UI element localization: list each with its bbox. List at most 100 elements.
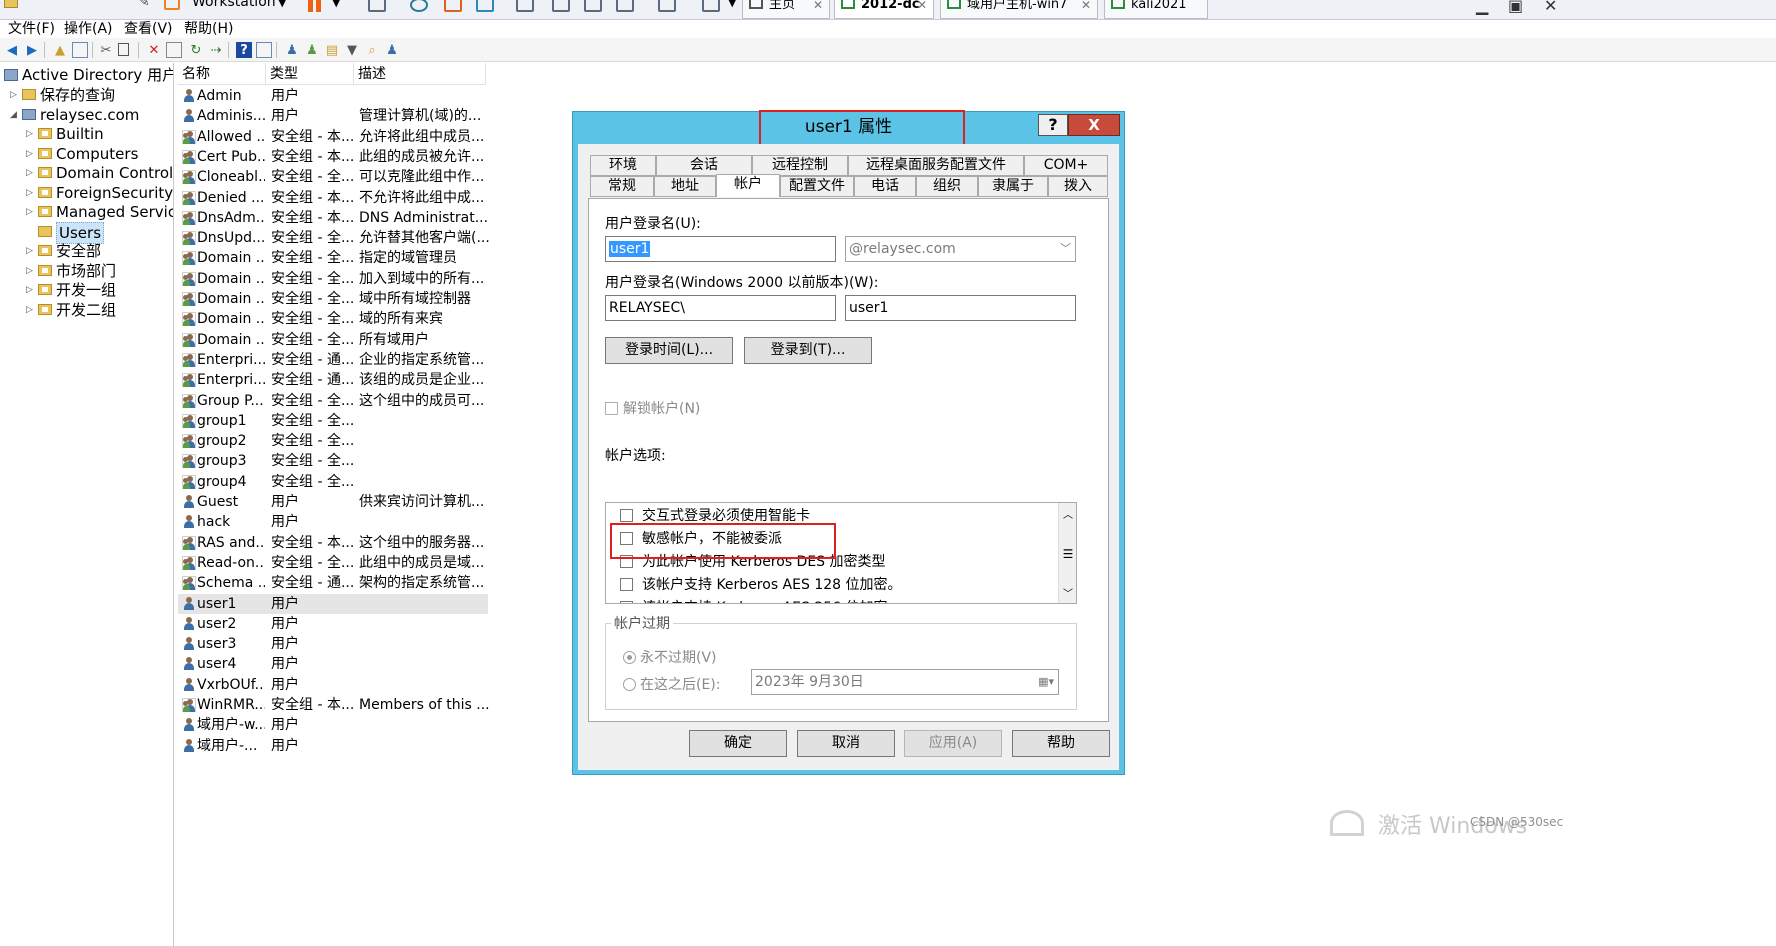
minimize-icon[interactable]: ▁ <box>1476 0 1488 15</box>
list-row[interactable]: user2 用户 <box>178 614 488 634</box>
list-row[interactable]: Cert Pub... 安全组 - 本... 此组的成员被允许... <box>178 147 488 167</box>
view-thumbnail-icon[interactable] <box>552 0 570 12</box>
new-ou-icon[interactable]: ▤ <box>324 42 340 58</box>
list-row[interactable]: Domain ... 安全组 - 全... 域中所有域控制器 <box>178 289 488 309</box>
menu-view[interactable]: 查看(V) <box>124 18 173 38</box>
view-library-icon[interactable] <box>516 0 534 12</box>
collapsed-arrow-icon[interactable]: ▷ <box>26 202 36 222</box>
list-row[interactable]: Adminis... 用户 管理计算机(域)的... <box>178 106 488 126</box>
list-row[interactable]: group3 安全组 - 全... <box>178 451 488 471</box>
column-header-name[interactable]: 名称 <box>178 63 266 85</box>
tab-remote-control[interactable]: 远程控制 <box>752 155 848 176</box>
help-icon[interactable]: ? <box>236 42 252 58</box>
tab-home[interactable]: 主页 ✕ <box>742 0 830 19</box>
list-row[interactable]: group4 安全组 - 全... <box>178 472 488 492</box>
pin-icon[interactable]: ✎ <box>138 0 150 10</box>
logon-hours-button[interactable]: 登录时间(L)... <box>605 337 733 364</box>
expanded-arrow-icon[interactable]: ◢ <box>10 105 20 125</box>
copy-icon[interactable] <box>118 43 129 56</box>
close-icon[interactable]: ✕ <box>1081 0 1091 13</box>
collapsed-arrow-icon[interactable]: ▷ <box>10 85 20 105</box>
filter-icon[interactable]: ▼ <box>344 42 360 58</box>
collapsed-arrow-icon[interactable]: ▷ <box>26 241 36 261</box>
unlock-account-checkbox[interactable] <box>605 402 618 415</box>
tab-rds-profile[interactable]: 远程桌面服务配置文件 <box>848 155 1024 176</box>
delete-icon[interactable]: ✕ <box>146 42 162 58</box>
list-row[interactable]: user4 用户 <box>178 654 488 674</box>
collapsed-arrow-icon[interactable]: ▷ <box>26 300 36 320</box>
new-user-icon[interactable]: ♟ <box>284 42 300 58</box>
add-to-group-icon[interactable]: ♟ <box>384 42 400 58</box>
pause-icon[interactable] <box>308 0 313 12</box>
list-row[interactable]: WinRMR... 安全组 - 本... Members of this ... <box>178 695 489 715</box>
snapshot-icon[interactable] <box>410 0 428 12</box>
tab-kali2021[interactable]: kali2021 <box>1104 0 1208 19</box>
list-row[interactable]: Enterpri... 安全组 - 通... 企业的指定系统管... <box>178 350 488 370</box>
cancel-button[interactable]: 取消 <box>797 730 895 757</box>
export-list-icon[interactable]: ⇢ <box>208 42 224 58</box>
tab-member-of[interactable]: 隶属于 <box>978 176 1048 197</box>
ok-button[interactable]: 确定 <box>689 730 787 757</box>
list-row[interactable]: 域用户-... 用户 <box>178 736 488 756</box>
chevron-down-icon[interactable]: ▼ <box>278 0 286 9</box>
list-row[interactable]: DnsAdm... 安全组 - 本... DNS Administrat... <box>178 208 488 228</box>
option-checkbox[interactable] <box>620 509 633 522</box>
list-row[interactable]: Read-on... 安全组 - 全... 此组中的成员是域... <box>178 553 488 573</box>
tab-address[interactable]: 地址 <box>654 176 716 197</box>
cut-icon[interactable]: ✂ <box>98 42 114 58</box>
tab-win7[interactable]: 域用户主机-win7 ✕ <box>940 0 1098 19</box>
option-checkbox[interactable] <box>620 578 633 591</box>
column-header-type[interactable]: 类型 <box>266 63 354 85</box>
list-row[interactable]: Admin 用户 <box>178 86 488 106</box>
properties-icon[interactable] <box>166 42 182 58</box>
tab-organization[interactable]: 组织 <box>916 176 978 197</box>
list-row[interactable]: Group P... 安全组 - 全... 这个组中的成员可... <box>178 391 488 411</box>
collapsed-arrow-icon[interactable]: ▷ <box>26 163 36 183</box>
list-row[interactable]: user1 用户 <box>178 593 488 614</box>
vmware-product-menu[interactable]: Workstation <box>192 0 276 10</box>
tab-sessions[interactable]: 会话 <box>656 155 752 176</box>
list-row[interactable]: Domain ... 安全组 - 全... 指定的域管理员 <box>178 248 488 268</box>
scroll-up-icon[interactable]: ︿ <box>1059 506 1076 521</box>
tab-environment[interactable]: 环境 <box>590 155 656 176</box>
prewin-user-input[interactable]: user1 <box>845 295 1076 321</box>
collapsed-arrow-icon[interactable]: ▷ <box>26 280 36 300</box>
revert-snapshot-icon[interactable] <box>444 0 462 12</box>
domain-suffix-select[interactable]: @relaysec.com ﹀ <box>845 236 1076 262</box>
column-header-description[interactable]: 描述 <box>354 63 486 85</box>
menu-file[interactable]: 文件(F) <box>8 18 55 38</box>
forward-arrow-icon[interactable]: ▶ <box>24 42 40 58</box>
chevron-down-icon[interactable]: ▼ <box>728 0 736 9</box>
list-row[interactable]: group2 安全组 - 全... <box>178 431 488 451</box>
options-scrollbar[interactable]: ︿ ☰ ﹀ <box>1058 503 1076 603</box>
collapsed-arrow-icon[interactable]: ▷ <box>26 261 36 281</box>
list-row[interactable]: DnsUpd... 安全组 - 全... 允许替其他客户端(... <box>178 228 489 248</box>
show-tree-icon[interactable] <box>72 42 88 58</box>
tab-account[interactable]: 帐户 <box>716 174 780 197</box>
help-title-button[interactable]: ? <box>1038 114 1068 136</box>
expiry-date-picker[interactable]: 2023年 9月30日 ▦▾ <box>751 669 1059 695</box>
list-row[interactable]: RAS and... 安全组 - 本... 这个组中的服务器... <box>178 533 488 553</box>
tab-profile[interactable]: 配置文件 <box>780 176 854 197</box>
snapshot-manager-icon[interactable] <box>476 0 494 12</box>
back-arrow-icon[interactable]: ◀ <box>4 42 20 58</box>
list-row[interactable]: VxrbOUf... 用户 <box>178 675 488 695</box>
find-icon[interactable]: ⌕ <box>364 42 380 58</box>
send-keys-icon[interactable] <box>368 0 386 12</box>
stretch-icon[interactable] <box>702 0 720 12</box>
list-row[interactable]: Cloneabl... 安全组 - 全... 可以克隆此组中作... <box>178 167 488 187</box>
tab-com-plus[interactable]: COM+ <box>1024 155 1108 176</box>
tab-general[interactable]: 常规 <box>590 176 654 197</box>
up-folder-icon[interactable]: ▲ <box>52 42 68 58</box>
collapsed-arrow-icon[interactable]: ▷ <box>26 183 36 203</box>
list-row[interactable]: Allowed ... 安全组 - 本... 允许将此组中成员... <box>178 127 488 147</box>
refresh-icon[interactable]: ↻ <box>188 42 204 58</box>
never-expires-radio[interactable] <box>623 651 636 664</box>
list-row[interactable]: Domain ... 安全组 - 全... 加入到域中的所有... <box>178 269 488 289</box>
unity-icon[interactable] <box>616 0 634 12</box>
menu-help[interactable]: 帮助(H) <box>184 18 233 38</box>
option-checkbox[interactable] <box>620 601 633 603</box>
scroll-down-icon[interactable]: ﹀ <box>1059 585 1076 600</box>
scroll-thumb-icon[interactable]: ☰ <box>1059 547 1076 561</box>
console-icon[interactable] <box>658 0 676 12</box>
